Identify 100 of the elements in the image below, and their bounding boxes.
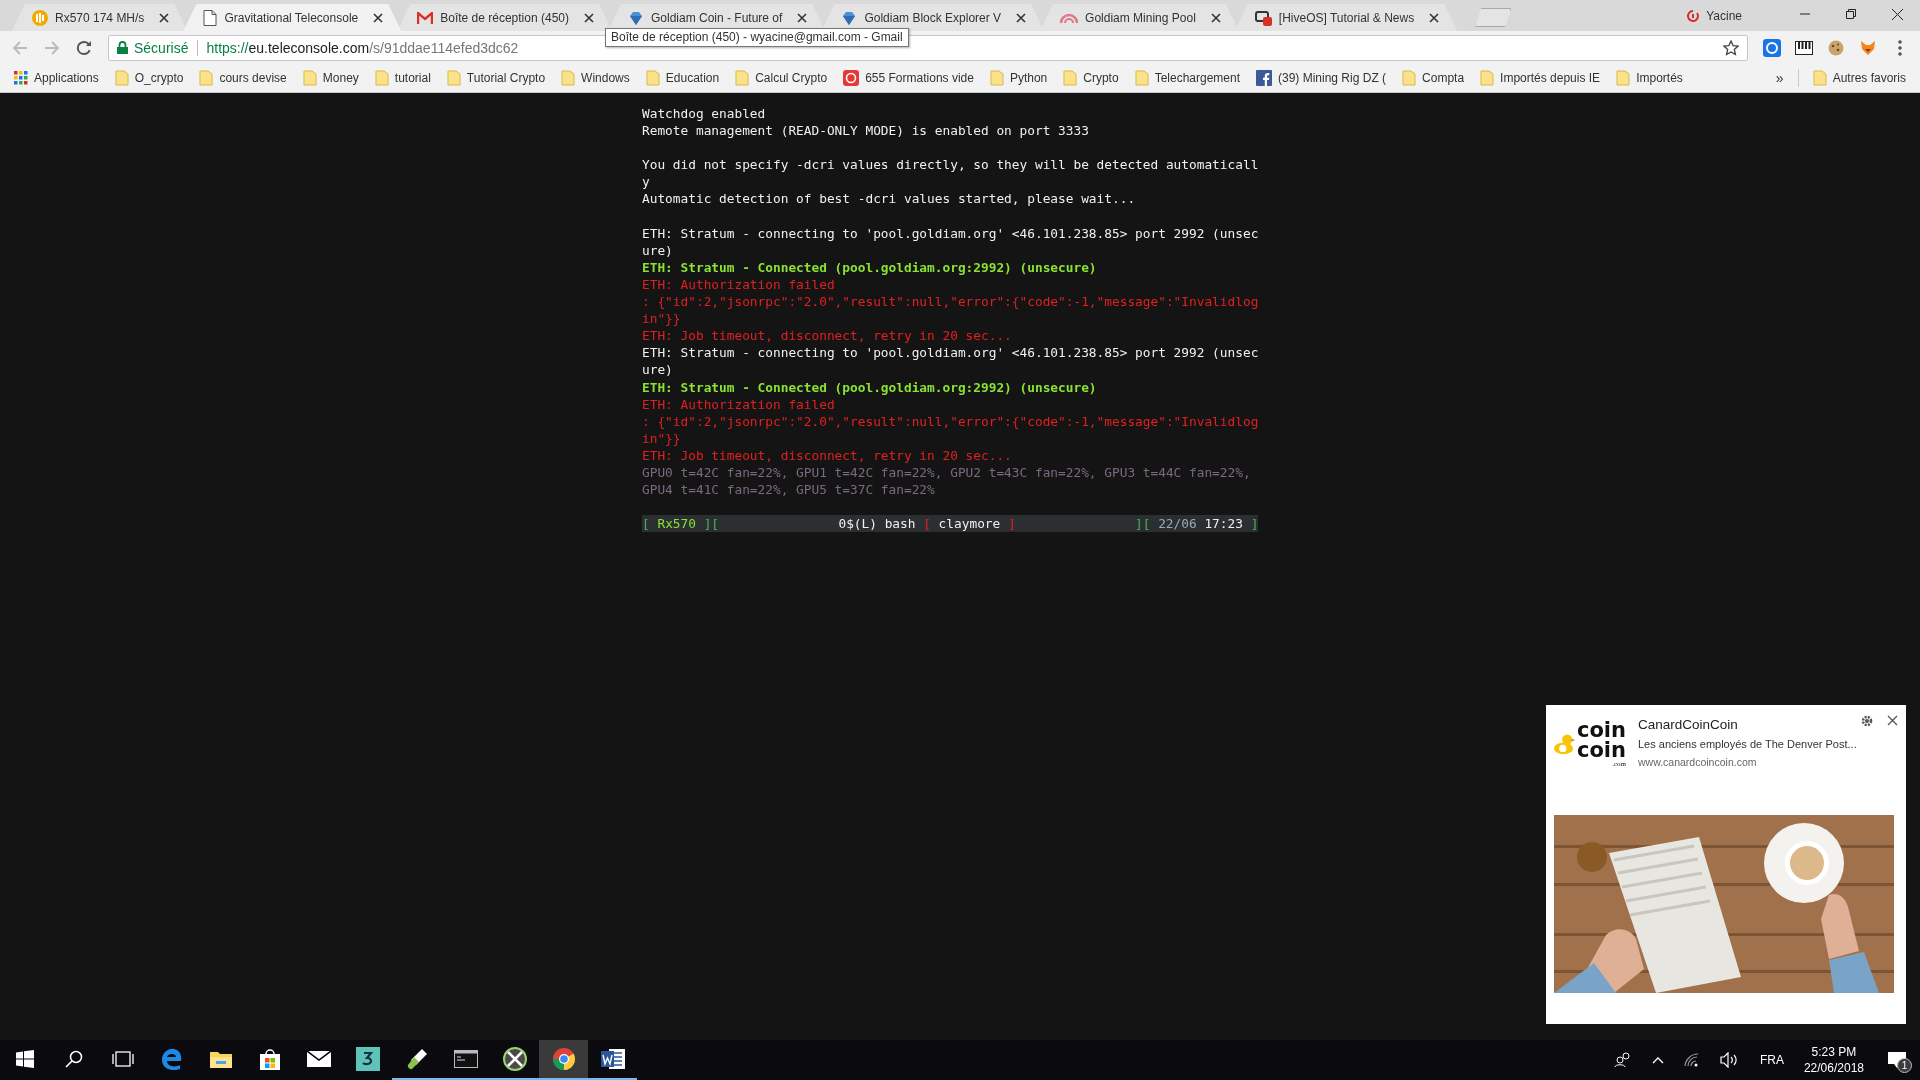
taskbar-button[interactable] — [539, 1040, 588, 1080]
tab[interactable]: [HiveOS] Tutorial & News — [1234, 4, 1458, 31]
close-icon[interactable] — [1887, 715, 1898, 726]
folder-icon — [989, 70, 1004, 86]
language-indicator[interactable]: FRA — [1759, 1053, 1784, 1067]
folder-icon — [114, 70, 129, 86]
security-label: Sécurisé — [134, 39, 189, 56]
folder-icon — [302, 70, 317, 86]
bookmark[interactable]: Crypto — [1055, 66, 1127, 90]
people-icon[interactable] — [1613, 1052, 1632, 1068]
bars-logo-icon — [32, 9, 48, 26]
bookmark[interactable]: Importés depuis IE — [1472, 66, 1609, 90]
terminal-line: ETH: Authorization failed — [642, 395, 836, 413]
folder-icon — [1402, 70, 1417, 86]
bookmark[interactable]: Telechargement — [1126, 66, 1248, 90]
bookmark[interactable]: Windows — [553, 66, 638, 90]
bookmark[interactable]: Money — [294, 66, 367, 90]
reload-icon[interactable] — [76, 39, 92, 56]
terminal-line: You did not specify -dcri values directly, so they will be detected automatically — [642, 156, 1259, 191]
folder-icon — [1063, 70, 1078, 86]
folder-icon — [1616, 70, 1631, 86]
search-icon — [64, 1050, 83, 1068]
shopping-bag-icon — [258, 1048, 281, 1070]
bookmark[interactable]: 655 Formations vide — [835, 66, 982, 90]
bookmark[interactable]: Education — [637, 66, 728, 90]
bracket-text: ] — [1250, 515, 1259, 533]
terminal-line: ETH: Stratum - Connected (pool.goldiam.org:2992) (unsecure) — [642, 258, 1098, 276]
bookmark[interactable]: Autres favoris — [1804, 66, 1914, 90]
terminal-line: : {"id":2,"jsonrpc":"2.0","result":null,"error":{"code":-1,"message":"Invalidlogin"}} — [642, 412, 1259, 447]
page-icon — [203, 9, 218, 26]
facebook-icon — [1256, 70, 1272, 86]
circle-badge-icon — [1763, 38, 1781, 57]
close-icon[interactable] — [797, 12, 808, 23]
document-icon — [600, 1048, 625, 1070]
folder-icon — [1812, 70, 1827, 86]
close-icon[interactable] — [159, 12, 170, 23]
bookmark[interactable]: tutorial — [366, 66, 439, 90]
url-text: https://eu.teleconsole.com/s/91ddae114efed3dc62 — [206, 39, 519, 56]
settings-icon[interactable] — [1861, 715, 1873, 727]
bookmark[interactable]: Applications — [6, 66, 107, 90]
gem-icon — [628, 9, 644, 26]
wifi-icon[interactable] — [1683, 1053, 1700, 1067]
close-icon[interactable] — [373, 12, 384, 23]
close-icon[interactable] — [1429, 12, 1440, 23]
speaker-icon[interactable] — [1719, 1052, 1740, 1068]
chevron-up-icon[interactable] — [1651, 1056, 1664, 1064]
terminal-line: ETH: Authorization failed — [642, 275, 836, 294]
tab[interactable]: Goldiam Mining Pool — [1040, 4, 1239, 31]
cookie-icon — [1827, 38, 1845, 57]
terminal-line: Watchdog enabled — [642, 105, 767, 123]
menu-icon[interactable] — [1898, 39, 1902, 56]
fox-icon — [1859, 38, 1877, 57]
active-marker: [ — [923, 515, 931, 533]
bookmark[interactable]: Python — [981, 66, 1056, 90]
active-marker: ] — [1007, 515, 1016, 533]
bookmark[interactable]: (39) Mining Rig DZ ( — [1248, 66, 1395, 90]
terminal-line: ETH: Stratum - Connected (pool.goldiam.org:2992) (unsecure) — [642, 378, 1098, 396]
notification-text: Les anciens employés de The Denver Post... — [1638, 738, 1857, 750]
profile-button[interactable]: Yacine — [1686, 8, 1742, 23]
close-icon[interactable] — [1210, 12, 1221, 23]
bookmark[interactable]: Compta — [1394, 66, 1473, 90]
console-icon — [453, 1050, 478, 1068]
edge-icon — [160, 1048, 183, 1070]
folder-icon — [446, 70, 461, 86]
close-icon[interactable] — [584, 12, 594, 23]
notification-count: 1 — [1897, 1058, 1912, 1073]
restore-icon[interactable] — [1846, 9, 1856, 19]
more-bookmarks-button[interactable]: » — [1767, 70, 1792, 86]
bracket-text: ][ — [1135, 515, 1151, 533]
tooltip: Boîte de réception (450) - wyacine@gmail.com - Gmail — [605, 27, 909, 47]
tab[interactable]: Boîte de réception (450) — [397, 4, 612, 31]
terminal-line: Automatic detection of best -dcri values started, please wait... — [642, 190, 1137, 208]
folder-icon — [735, 70, 750, 86]
pool-logo-icon — [1060, 11, 1079, 24]
close-icon[interactable] — [1891, 8, 1903, 20]
star-icon[interactable] — [1723, 39, 1739, 56]
folder-icon — [199, 70, 214, 86]
apps-grid-icon — [14, 71, 28, 85]
lock-icon — [117, 41, 128, 54]
window-name: 0$(L) bash — [838, 515, 916, 533]
bookmark[interactable]: Importés — [1608, 66, 1691, 90]
task-view-icon — [111, 1051, 134, 1067]
bookmark[interactable]: Calcul Crypto — [727, 66, 836, 90]
play-badge-icon — [843, 70, 860, 86]
chrome-icon — [551, 1047, 576, 1071]
envelope-icon — [306, 1051, 331, 1067]
bookmark[interactable]: Tutorial Crypto — [438, 66, 554, 90]
bookmark[interactable]: O_crypto — [106, 66, 192, 90]
folder-icon — [645, 70, 660, 86]
folder-icon — [374, 70, 389, 86]
terminal-line: ETH: Job timeout, disconnect, retry in 20 sec... — [642, 327, 1013, 345]
clock[interactable]: 5:23 PM 22/06/2018 — [1803, 1044, 1864, 1076]
terminal-line: Remote management (READ-ONLY MODE) is enabled on port 3333 — [642, 122, 1090, 140]
tab[interactable]: Gravitational Teleconsole — [183, 4, 402, 31]
close-icon[interactable] — [1016, 12, 1027, 23]
bracket-text: ][ — [703, 515, 720, 533]
status-date: 22/06 — [1158, 515, 1197, 533]
session-name: Rx570 — [657, 515, 696, 533]
bookmark[interactable]: cours devise — [191, 66, 295, 90]
notification-title: CanardCoinCoin — [1638, 717, 1738, 732]
